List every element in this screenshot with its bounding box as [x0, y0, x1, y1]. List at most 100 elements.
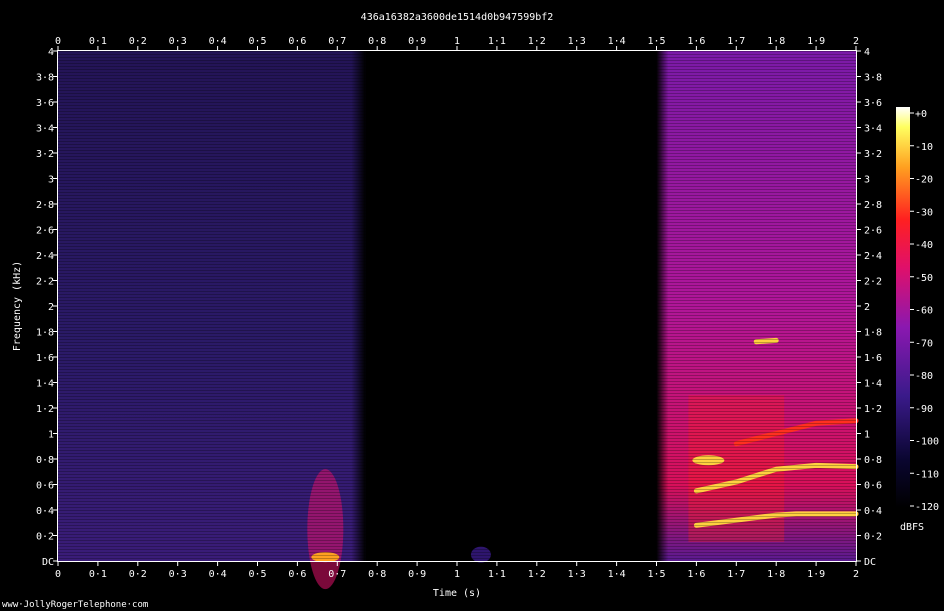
- x-tick-label: 1·6: [687, 36, 705, 47]
- x-tick-label: 1·5: [647, 36, 665, 47]
- x-tick-label: 1·6: [687, 569, 705, 580]
- y-tick-label: 3·6: [36, 98, 54, 109]
- y-tick-label: 0·6: [36, 481, 54, 492]
- y-tick-label: 1·2: [864, 404, 882, 415]
- x-tick-label: 0·9: [408, 569, 426, 580]
- x-tick-label: 1·9: [807, 36, 825, 47]
- spectrogram-chart: 436a16382a3600de1514d0b947599bf2 0 0·1 0·2…: [2, 12, 939, 610]
- y-tick-label: 1·6: [36, 353, 54, 364]
- colorbar-tick-label: -70: [915, 338, 933, 349]
- y-tick-label: 2·6: [36, 226, 54, 237]
- y-tick-label: DC: [42, 557, 54, 568]
- x-tick-label: 0·7: [328, 569, 346, 580]
- colorbar-tick-label: -110: [915, 469, 939, 480]
- x-tick-label: 1·1: [488, 36, 506, 47]
- x-tick-label: 1·5: [647, 569, 665, 580]
- y-tick-label: 1·4: [36, 379, 54, 390]
- x-tick-label: 1·9: [807, 569, 825, 580]
- y-tick-label: 0·2: [36, 532, 54, 543]
- texture-overlay: [58, 51, 856, 561]
- x-tick-label: 1·1: [488, 569, 506, 580]
- y-tick-label: 1·4: [864, 379, 882, 390]
- y-tick-label: 2·8: [36, 200, 54, 211]
- x-tick-label: 1·8: [767, 36, 785, 47]
- y-tick-label: 0·2: [864, 532, 882, 543]
- x-tick-label: 0: [55, 569, 61, 580]
- y-tick-label: 3·4: [864, 124, 882, 135]
- y-tick-label: 1: [48, 430, 54, 441]
- x-tick-label: 0·3: [169, 36, 187, 47]
- x-tick-label: 0·2: [129, 569, 147, 580]
- x-tick-label: 0·5: [248, 569, 266, 580]
- colorbar-scale: [896, 107, 910, 508]
- y-tick-label: 1·8: [864, 328, 882, 339]
- x-tick-label: 0·1: [89, 36, 107, 47]
- x-ticks-bottom: 0 0·1 0·2 0·3 0·4 0·5 0·6 0·7 0·8 0·9 1 1·1 1·2 1·3 1·…: [55, 561, 859, 580]
- x-tick-label: 0·8: [368, 36, 386, 47]
- colorbar-tick-label: -100: [915, 437, 939, 448]
- x-tick-label: 1·8: [767, 569, 785, 580]
- y-tick-label: 2·4: [864, 251, 882, 262]
- y-tick-label: DC: [864, 557, 876, 568]
- colorbar-label: dBFS: [900, 522, 924, 533]
- x-tick-label: 1: [454, 36, 460, 47]
- colorbar-tick-label: +0: [915, 109, 927, 120]
- y-tick-label: 3·2: [36, 149, 54, 160]
- y-tick-label: 4: [48, 47, 54, 58]
- y-tick-label: 2·2: [864, 277, 882, 288]
- y-axis-label: Frequency (kHz): [12, 261, 23, 351]
- y-tick-label: 3·2: [864, 149, 882, 160]
- x-tick-label: 0·3: [169, 569, 187, 580]
- y-ticks-left: DC 0·2 0·4 0·6 0·8 1 1·2 1·4 1·6 1·8 2 2·2 2·4 2·6 2·8…: [36, 47, 58, 568]
- chart-title: 436a16382a3600de1514d0b947599bf2: [361, 12, 554, 23]
- x-tick-label: 1: [454, 569, 460, 580]
- x-tick-label: 1·4: [608, 569, 626, 580]
- x-tick-label: 0·4: [209, 36, 227, 47]
- colorbar-tick-label: -60: [915, 306, 933, 317]
- y-tick-label: 3·8: [864, 73, 882, 84]
- y-tick-label: 0·8: [36, 455, 54, 466]
- x-tick-label: 0·9: [408, 36, 426, 47]
- x-tick-label: 1·3: [568, 36, 586, 47]
- colorbar-tick-label: -90: [915, 404, 933, 415]
- x-tick-label: 0: [55, 36, 61, 47]
- y-tick-label: 0·4: [864, 506, 882, 517]
- x-tick-label: 1·4: [608, 36, 626, 47]
- x-tick-label: 1·3: [568, 569, 586, 580]
- plot-area: [57, 50, 859, 590]
- y-tick-label: 2·8: [864, 200, 882, 211]
- x-axis-label: Time (s): [433, 588, 481, 599]
- x-tick-label: 0·7: [328, 36, 346, 47]
- x-tick-label: 0·6: [288, 36, 306, 47]
- x-tick-label: 0·4: [209, 569, 227, 580]
- colorbar-tick-label: -80: [915, 371, 933, 382]
- colorbar-tick-label: -30: [915, 207, 933, 218]
- x-tick-label: 0·6: [288, 569, 306, 580]
- y-tick-label: 3: [48, 175, 54, 186]
- y-tick-label: 2: [864, 302, 870, 313]
- colorbar-ticks: +0 -10 -20 -30 -40 -50 -60 -70 -80 -90 -100 -110 -12…: [910, 109, 939, 513]
- y-tick-label: 2·4: [36, 251, 54, 262]
- colorbar-tick-label: -50: [915, 273, 933, 284]
- colorbar-tick-label: -120: [915, 502, 939, 513]
- x-tick-label: 2: [853, 569, 859, 580]
- y-tick-label: 1·8: [36, 328, 54, 339]
- x-tick-label: 0·1: [89, 569, 107, 580]
- colorbar-tick-label: -40: [915, 240, 933, 251]
- x-tick-label: 1·2: [528, 36, 546, 47]
- y-tick-label: 0·4: [36, 506, 54, 517]
- y-tick-label: 0·8: [864, 455, 882, 466]
- x-tick-label: 1·7: [727, 569, 745, 580]
- colorbar-tick-label: -20: [915, 175, 933, 186]
- x-tick-label: 0·2: [129, 36, 147, 47]
- y-tick-label: 3: [864, 175, 870, 186]
- y-tick-label: 2·2: [36, 277, 54, 288]
- y-tick-label: 1·6: [864, 353, 882, 364]
- watermark: www·JollyRogerTelephone·com: [2, 600, 148, 610]
- colorbar: +0 -10 -20 -30 -40 -50 -60 -70 -80 -90 -100 -110 -12…: [896, 107, 939, 533]
- y-tick-label: 0·6: [864, 481, 882, 492]
- x-ticks-top: 0 0·1 0·2 0·3 0·4 0·5 0·6 0·7 0·8 0·9 1 1·1 1·2 1·3 1·…: [55, 36, 859, 51]
- y-tick-label: 3·4: [36, 124, 54, 135]
- x-tick-label: 1·7: [727, 36, 745, 47]
- x-tick-label: 0·8: [368, 569, 386, 580]
